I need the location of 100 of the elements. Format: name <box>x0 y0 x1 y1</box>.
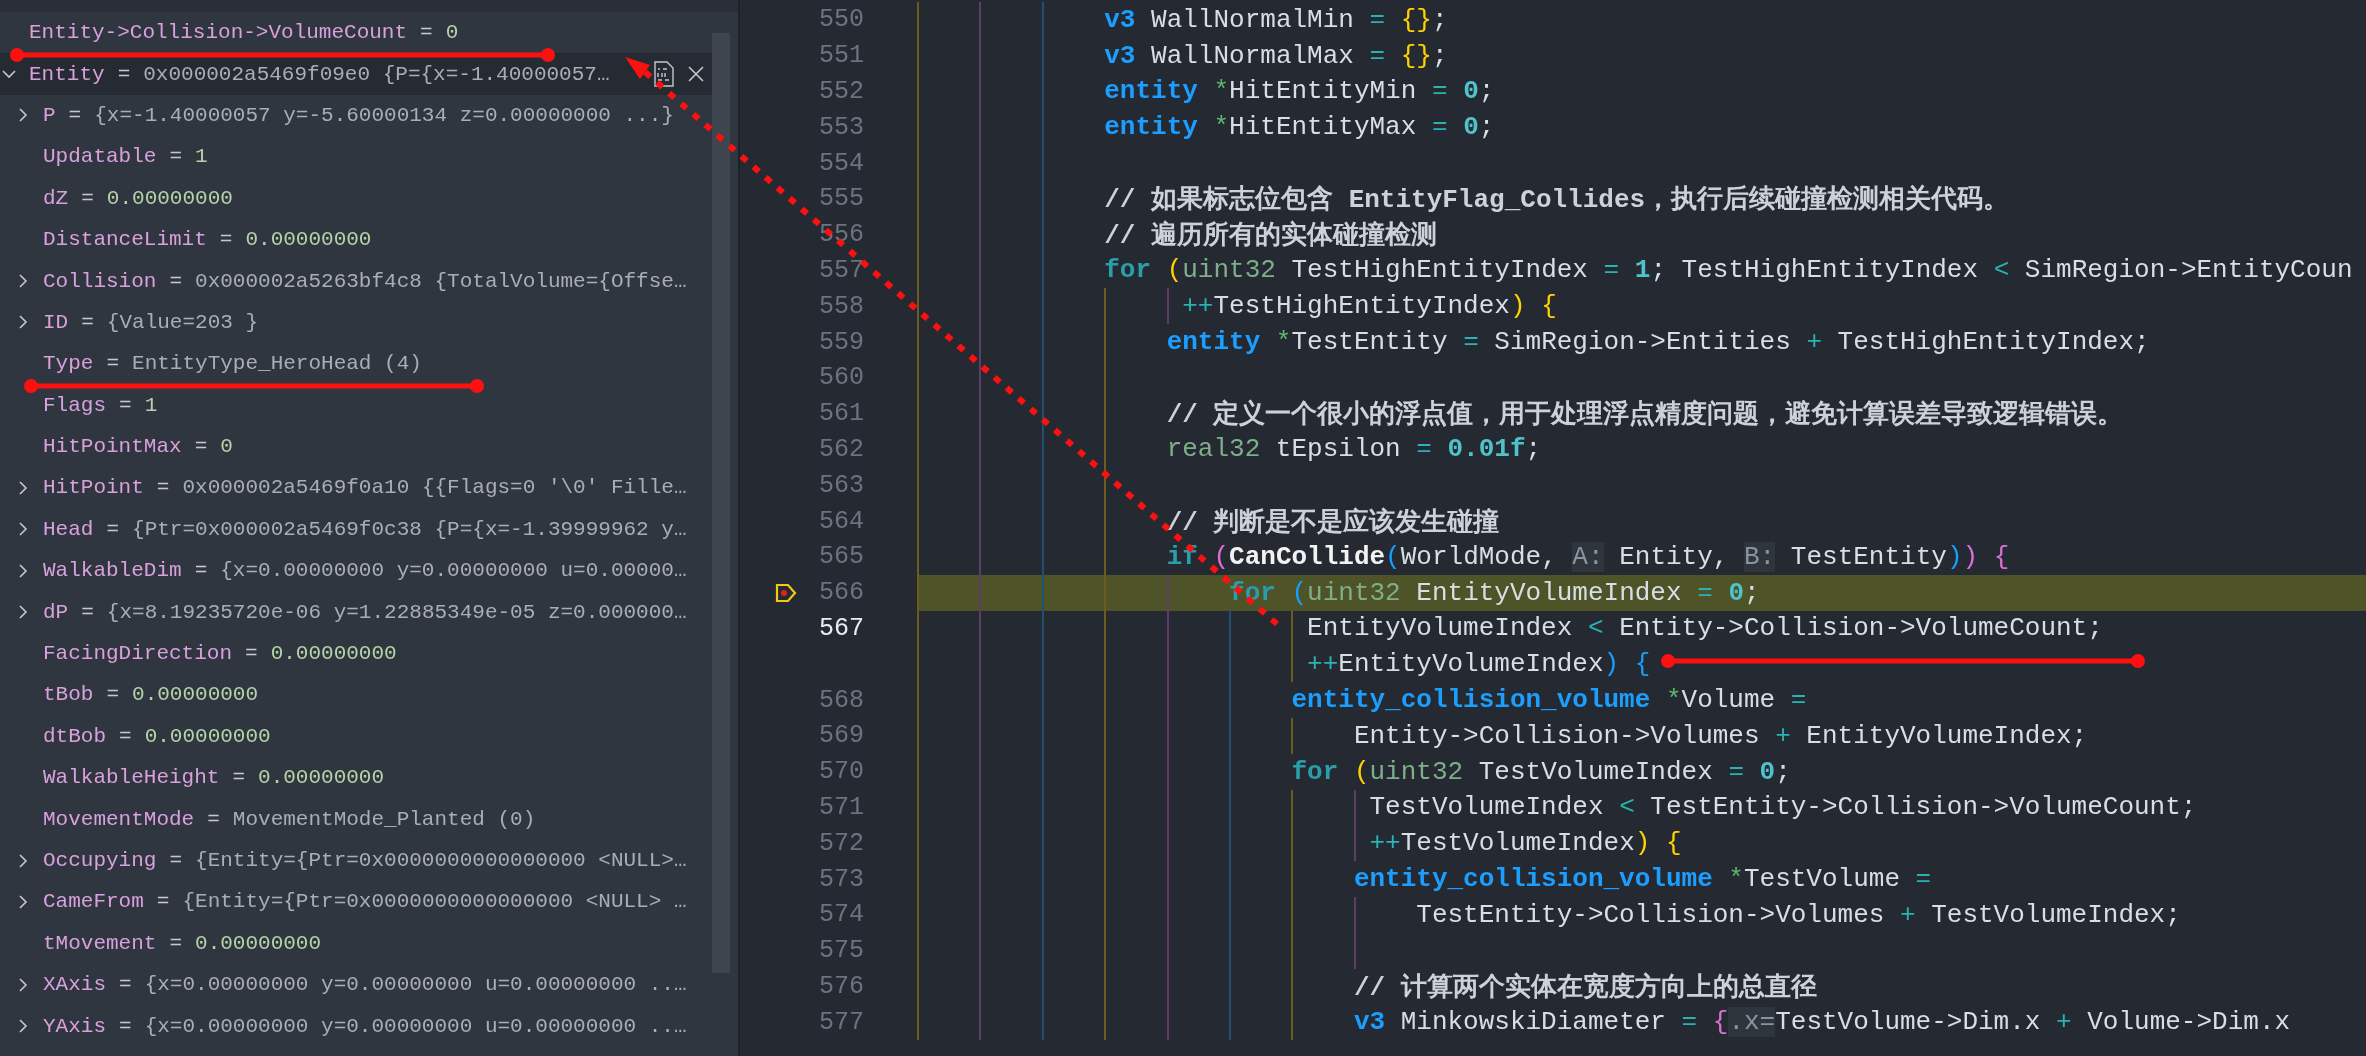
watch-row[interactable]: dP = {x=8.19235720e-06 y=1.22885349e-05 z=0.000000… <box>0 591 712 633</box>
variable-value: 0 <box>445 21 459 45</box>
equals-sign: = <box>244 642 259 666</box>
variable-name: Entity->Collision->VolumeCount <box>29 21 408 45</box>
watch-row[interactable]: Occupying = {Entity={Ptr=0x0000000000000000 <NULL>… <box>0 839 712 882</box>
watch-row[interactable]: Entity->Collision->VolumeCount = 0 <box>0 12 712 54</box>
code-line: ++TestHighEntityIndex) { <box>1182 291 1557 322</box>
variable-value: {x=0.00000000 y=0.00000000 u=0.00000000 ..… <box>144 973 687 997</box>
chevron-right-icon[interactable] <box>16 562 30 579</box>
variable-value: 0.00000000 <box>270 642 397 666</box>
line-number: 553 <box>818 112 864 142</box>
watch-row[interactable]: Collision = 0x000002a5263bf4c8 {TotalVolume={Offse… <box>0 260 712 302</box>
variable-name: WalkableHeight <box>43 766 220 790</box>
watch-row[interactable]: Type = EntityType_HeroHead (4) <box>0 343 712 385</box>
variable-value: 0 <box>220 435 233 459</box>
equals-sign: = <box>193 559 209 583</box>
equals-sign: = <box>206 807 221 831</box>
variable-name: tBob <box>43 683 94 707</box>
watch-row[interactable]: YAxis = {x=0.00000000 y=0.00000000 u=0.00000000 ..… <box>0 1005 712 1047</box>
line-number: 571 <box>818 792 864 822</box>
variable-name: P <box>43 103 56 127</box>
code-line: // 定义一个很小的浮点值，用于处理浮点精度问题，避免计算误差导致逻辑错误。 <box>1166 398 2124 432</box>
code-line: v3 MinkowskiDiameter = {.x=TestVolume->Dim.x + Volume->Dim.x <box>1353 1007 2291 1038</box>
line-number: 565 <box>818 542 864 572</box>
variable-name: Head <box>43 517 94 541</box>
watch-row[interactable]: XAxis = {x=0.00000000 y=0.00000000 u=0.00000000 ..… <box>0 964 712 1006</box>
variable-value: 0.00000000 <box>132 683 259 707</box>
code-line: EntityVolumeIndex < Entity->Collision->VolumeCount; <box>1307 613 2103 644</box>
chevron-right-icon[interactable] <box>16 314 30 331</box>
watch-row[interactable]: dZ = 0.00000000 <box>0 177 712 219</box>
watch-row[interactable]: Head = {Ptr=0x000002a5469f0c38 {P={x=-1.39999962 y… <box>0 508 712 551</box>
equals-sign: = <box>118 393 133 417</box>
chevron-right-icon[interactable] <box>16 852 30 869</box>
code-line: for (uint32 TestVolumeIndex = 0; <box>1291 756 1791 787</box>
variable-name: Collision <box>43 269 157 293</box>
watch-row[interactable]: FacingDirection = 0.00000000 <box>0 632 712 675</box>
variable-value: MovementMode_Planted (0) <box>232 807 536 831</box>
equals-sign: = <box>80 186 95 210</box>
equals-sign: = <box>231 766 247 790</box>
watch-row[interactable]: tMovement = 0.00000000 <box>0 922 712 964</box>
line-number: 557 <box>818 255 864 285</box>
equals-sign: = <box>105 517 121 541</box>
variable-value: 0.00000000 <box>106 186 233 210</box>
equals-sign: = <box>168 931 184 955</box>
watch-row[interactable]: Flags = 1 <box>0 384 712 426</box>
variable-name: Updatable <box>43 145 157 169</box>
chevron-right-icon[interactable] <box>16 976 30 993</box>
watch-row[interactable]: ID = {Value=203 } <box>0 301 712 344</box>
variable-value: {x=8.19235720e-06 y=1.22885349e-05 z=0.000000… <box>106 600 687 624</box>
variable-value: EntityType_HeroHead (4) <box>132 352 422 376</box>
chevron-right-icon[interactable] <box>16 604 30 621</box>
watch-row[interactable]: dtBob = 0.00000000 <box>0 715 712 758</box>
line-number: 550 <box>818 5 864 35</box>
variable-name: CameFrom <box>43 890 144 914</box>
variable-value: 0.00000000 <box>258 766 385 790</box>
variable-name: WalkableDim <box>43 559 182 583</box>
variable-value: 0.00000000 <box>195 931 322 955</box>
scrollbar-thumb[interactable] <box>712 33 730 973</box>
code-line: v3 WallNormalMax = {}; <box>1104 40 1448 71</box>
chevron-right-icon[interactable] <box>16 480 30 496</box>
variable-name: HitPointMax <box>43 435 182 459</box>
equals-sign: = <box>168 269 184 293</box>
close-icon[interactable] <box>688 66 704 83</box>
variable-value: 0.00000000 <box>245 228 372 252</box>
watch-row[interactable]: HitPointMax = 0 <box>0 425 712 468</box>
equals-sign: = <box>118 973 133 997</box>
watch-row[interactable]: HitPoint = 0x000002a5469f0a10 {{Flags=0 '\0' Fille… <box>0 467 712 509</box>
chevron-right-icon[interactable] <box>16 107 30 124</box>
watch-row[interactable]: Updatable = 1 <box>0 136 712 178</box>
line-number: 575 <box>818 936 864 966</box>
chevron-right-icon[interactable] <box>16 893 30 910</box>
code-line: TestEntity->Collision->Volumes + TestVolumeIndex; <box>1416 899 2181 930</box>
binary-file-icon[interactable] <box>654 61 674 88</box>
variable-value: {x=-1.40000057 y=-5.60000134 z=0.00000000 ...} <box>94 103 674 127</box>
line-number: 568 <box>818 685 864 715</box>
watch-row[interactable]: tBob = 0.00000000 <box>0 674 712 716</box>
watch-row[interactable]: P = {x=-1.40000057 y=-5.60000134 z=0.00000000 ...} <box>0 94 712 137</box>
watch-row[interactable]: MovementMode = MovementMode_Planted (0) <box>0 798 712 840</box>
variable-name: Occupying <box>43 849 157 872</box>
watch-row[interactable]: WalkableDim = {x=0.00000000 y=0.00000000 u=0.00000… <box>0 550 712 592</box>
watch-row[interactable]: DistanceLimit = 0.00000000 <box>0 218 712 261</box>
line-number: 569 <box>818 721 864 751</box>
variable-name: DistanceLimit <box>43 228 207 252</box>
breakpoint-icon[interactable] <box>775 582 797 603</box>
line-number: 551 <box>818 41 864 71</box>
line-number: 555 <box>818 184 864 214</box>
line-number: 560 <box>818 363 864 393</box>
equals-sign: = <box>118 1014 133 1038</box>
variable-name: Entity <box>29 62 105 86</box>
equals-sign: = <box>193 435 209 459</box>
watch-row[interactable]: WalkableHeight = 0.00000000 <box>0 757 712 799</box>
variable-name: MovementMode <box>43 807 195 831</box>
equals-sign: = <box>80 600 95 624</box>
watch-row[interactable]: CameFrom = {Entity={Ptr=0x0000000000000000 <NULL> … <box>0 881 712 923</box>
chevron-right-icon[interactable] <box>16 273 30 290</box>
variable-name: Flags <box>43 393 106 417</box>
code-line: entity *HitEntityMin = 0; <box>1104 76 1495 107</box>
variable-name: Type <box>43 352 94 376</box>
chevron-right-icon[interactable] <box>16 521 30 538</box>
chevron-right-icon[interactable] <box>16 1018 30 1035</box>
